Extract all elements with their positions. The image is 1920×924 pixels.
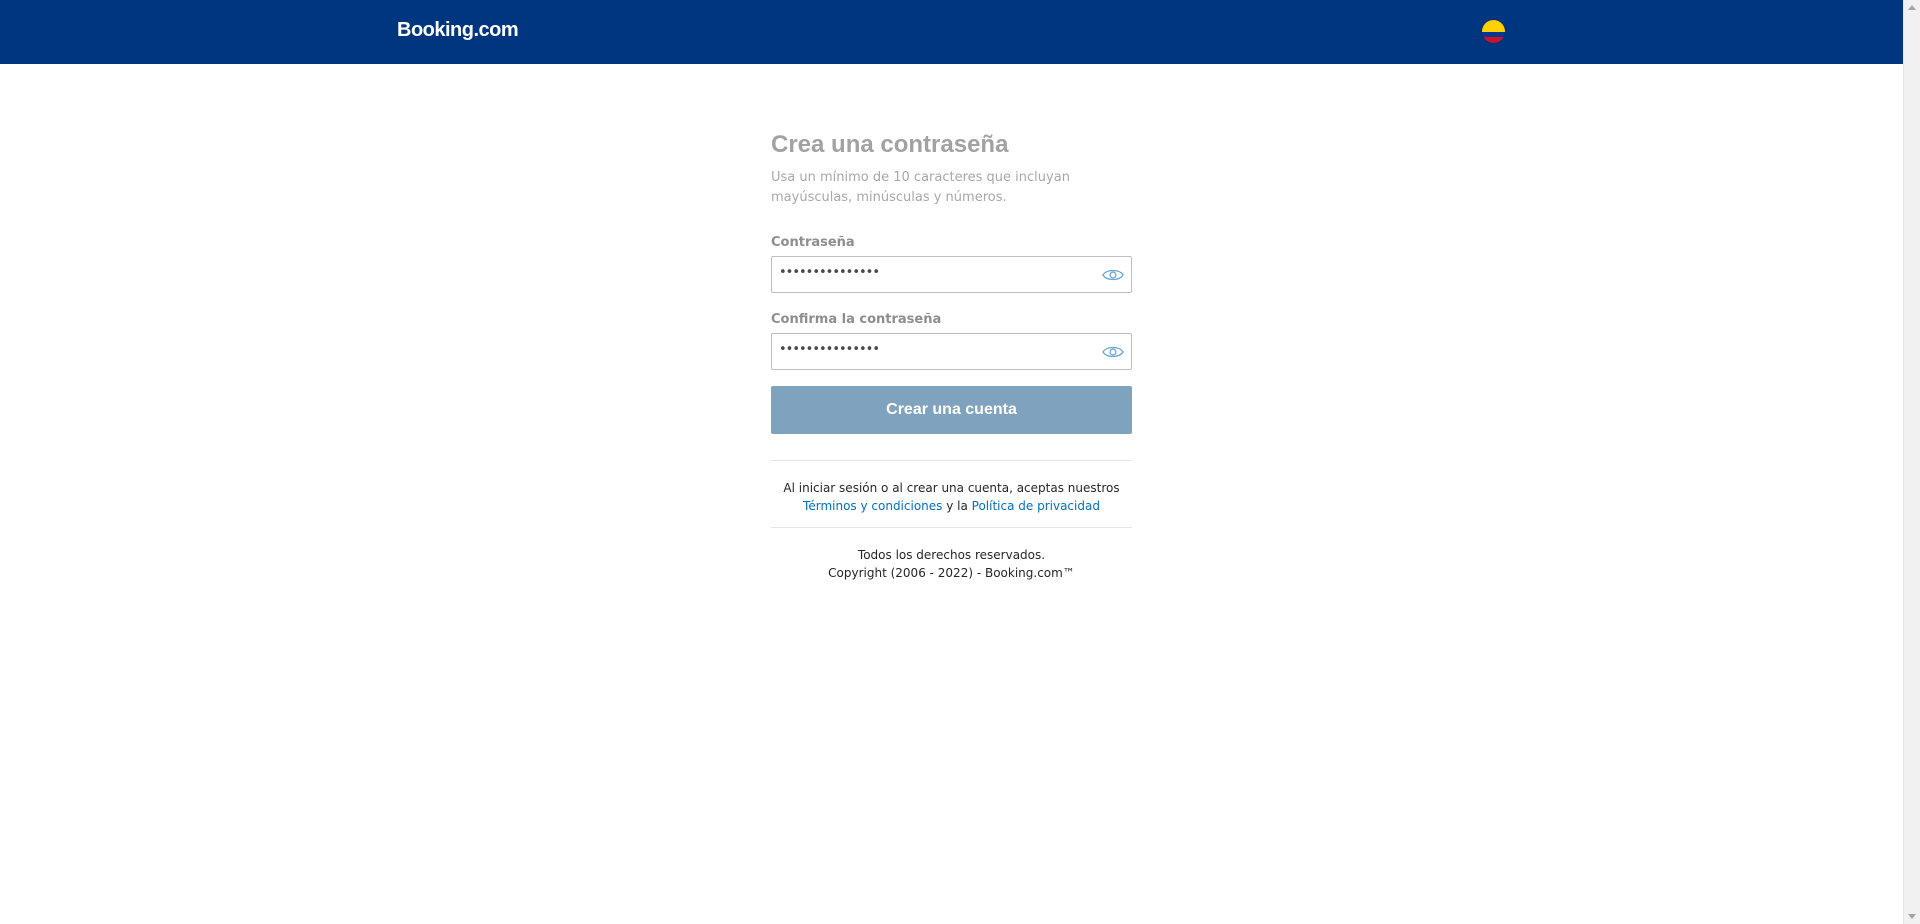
booking-logo[interactable]: Booking.com	[397, 19, 519, 42]
scroll-up-icon[interactable]	[1908, 5, 1916, 10]
colombia-flag-icon[interactable]	[1481, 19, 1506, 44]
divider	[771, 527, 1132, 528]
terms-notice: Al iniciar sesión o al crear una cuenta,…	[771, 479, 1132, 515]
password-label: Contraseña	[771, 235, 855, 250]
page-title: Crea una contraseña	[771, 131, 1009, 158]
confirm-password-input[interactable]: •••••••••••••••	[771, 333, 1132, 370]
terms-prefix: Al iniciar sesión o al crear una cuenta,…	[783, 481, 1120, 495]
confirm-password-label: Confirma la contraseña	[771, 312, 942, 327]
show-confirm-password-eye-icon[interactable]	[1102, 343, 1124, 361]
top-header: Booking.com	[0, 0, 1903, 64]
scroll-down-icon[interactable]	[1908, 914, 1916, 919]
password-input[interactable]: •••••••••••••••	[771, 256, 1132, 293]
create-account-button[interactable]: Crear una cuenta	[771, 386, 1132, 434]
divider	[771, 460, 1132, 461]
create-password-form: Crea una contraseña Usa un mínimo de 10 …	[771, 130, 1132, 582]
rights-text: Todos los derechos reservados.	[857, 548, 1046, 562]
copyright-text: Copyright (2006 - 2022) - Booking.com™	[828, 566, 1075, 580]
vertical-scrollbar[interactable]	[1903, 0, 1920, 924]
confirm-password-value: •••••••••••••••	[779, 342, 880, 357]
privacy-link[interactable]: Política de privacidad	[972, 499, 1100, 513]
show-password-eye-icon[interactable]	[1102, 266, 1124, 284]
password-value: •••••••••••••••	[779, 265, 880, 280]
terms-link[interactable]: Términos y condiciones	[803, 499, 942, 513]
page: Booking.com Crea una contraseña Usa un m…	[0, 0, 1920, 924]
terms-middle: y la	[942, 499, 972, 513]
password-requirements: Usa un mínimo de 10 caracteres que inclu…	[771, 170, 1070, 205]
footer: Todos los derechos reservados. Copyright…	[771, 546, 1132, 582]
